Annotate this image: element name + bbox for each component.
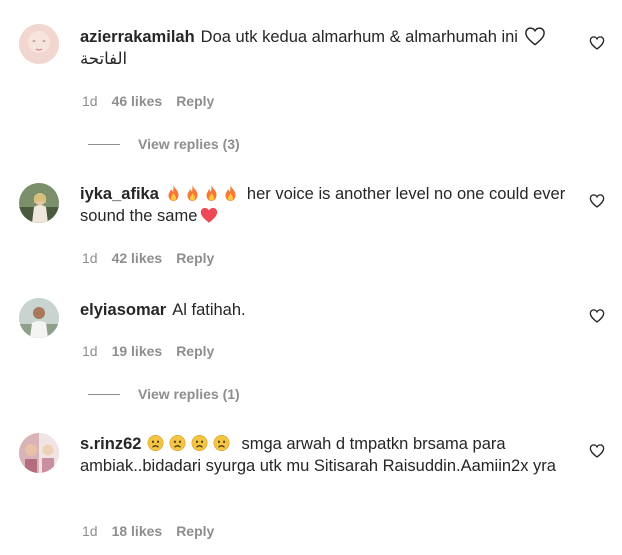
- white-heart-emoji-icon: [524, 26, 546, 46]
- avatar[interactable]: [19, 183, 59, 223]
- likes-count[interactable]: 46 likes: [112, 93, 163, 109]
- reply-button[interactable]: Reply: [176, 250, 214, 266]
- likes-count[interactable]: 42 likes: [112, 250, 163, 266]
- avatar[interactable]: [19, 298, 59, 338]
- divider-line: [88, 143, 120, 145]
- sad-face-emoji-icon: [169, 434, 189, 452]
- comment-age: 1d: [82, 93, 98, 109]
- likes-count[interactable]: 19 likes: [112, 343, 163, 359]
- username[interactable]: iyka_afika: [80, 185, 159, 203]
- sad-face-emoji-icon: [147, 434, 167, 452]
- comment-meta: 1d 18 likes Reply: [82, 523, 214, 539]
- view-replies-button[interactable]: View replies (1): [88, 386, 240, 402]
- likes-count[interactable]: 18 likes: [112, 523, 163, 539]
- sad-face-emoji-icon: [213, 434, 233, 452]
- comment-meta: 1d 46 likes Reply: [82, 93, 214, 109]
- comment-body: s.rinz62 smga arwah d tmpatkn brsama para…: [80, 433, 572, 477]
- fire-emoji-icon: [222, 184, 239, 202]
- view-replies-label: View replies (1): [138, 386, 240, 402]
- comment-text-line2: الفاتحة: [80, 50, 128, 68]
- comment-meta: 1d 19 likes Reply: [82, 343, 214, 359]
- comment-age: 1d: [82, 523, 98, 539]
- comment-text: Al fatihah.: [172, 301, 246, 319]
- avatar[interactable]: [19, 433, 59, 473]
- comment-body: azierrakamilah Doa utk kedua almarhum & a…: [80, 26, 572, 70]
- sad-face-emoji-icon: [191, 434, 211, 452]
- like-heart-icon[interactable]: [589, 193, 605, 209]
- fire-emoji-icon: [165, 184, 182, 202]
- username[interactable]: s.rinz62: [80, 435, 141, 453]
- comment-body: iyka_afika her voice is another level no …: [80, 183, 572, 227]
- comment-age: 1d: [82, 343, 98, 359]
- like-heart-icon[interactable]: [589, 443, 605, 459]
- fire-emoji-icon: [203, 184, 220, 202]
- divider-line: [88, 393, 120, 395]
- username[interactable]: elyiasomar: [80, 301, 166, 319]
- reply-button[interactable]: Reply: [176, 93, 214, 109]
- fire-emoji-icon: [184, 184, 201, 202]
- avatar[interactable]: [19, 24, 59, 64]
- username[interactable]: azierrakamilah: [80, 28, 195, 46]
- comment-meta: 1d 42 likes Reply: [82, 250, 214, 266]
- reply-button[interactable]: Reply: [176, 523, 214, 539]
- comment-body: elyiasomar Al fatihah.: [80, 299, 572, 321]
- like-heart-icon[interactable]: [589, 308, 605, 324]
- like-heart-icon[interactable]: [589, 35, 605, 51]
- reply-button[interactable]: Reply: [176, 343, 214, 359]
- comment-age: 1d: [82, 250, 98, 266]
- red-heart-emoji-icon: [199, 206, 219, 224]
- view-replies-button[interactable]: View replies (3): [88, 136, 240, 152]
- view-replies-label: View replies (3): [138, 136, 240, 152]
- comment-text: Doa utk kedua almarhum & almarhumah ini: [200, 28, 518, 46]
